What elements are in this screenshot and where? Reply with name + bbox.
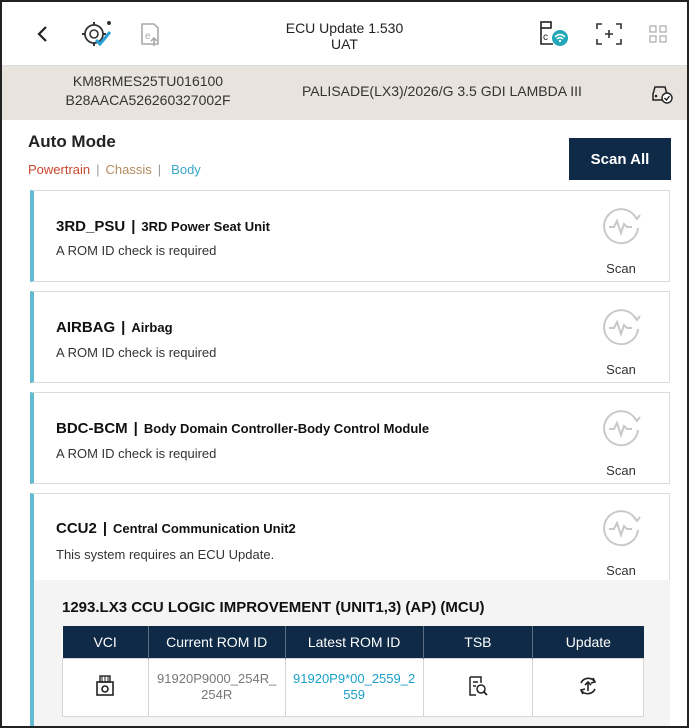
table-header-row: VCI Current ROM ID Latest ROM ID TSB Upd… bbox=[62, 626, 644, 658]
vehicle-model: PALISADE(LX3)/2026/G 3.5 GDI LAMBDA III bbox=[302, 83, 582, 99]
filter-divider: | bbox=[157, 162, 162, 177]
tsb-document-search-icon[interactable] bbox=[467, 675, 489, 697]
vehicle-ids: KM8RMES25TU016100 B28AACA526260327002F bbox=[38, 72, 258, 110]
filter-divider: | bbox=[96, 162, 100, 177]
ecu-heading-separator: | bbox=[133, 420, 138, 437]
scan-button[interactable]: Scan bbox=[595, 204, 647, 276]
filter-chassis[interactable]: Chassis bbox=[106, 162, 152, 177]
scan-button[interactable]: Scan bbox=[595, 506, 647, 578]
ecu-status: A ROM ID check is required bbox=[56, 243, 217, 258]
ecu-heading-separator: | bbox=[131, 218, 136, 235]
column-header-tsb: TSB bbox=[423, 626, 534, 658]
update-cell[interactable] bbox=[532, 657, 644, 717]
mode-title: Auto Mode bbox=[28, 132, 116, 151]
ecu-card-3rd-psu: 3RD_PSU | 3RD Power Seat Unit A ROM ID che… bbox=[30, 190, 670, 282]
current-rom-id-line-2: 254R bbox=[201, 687, 233, 702]
ecu-description: 3RD Power Seat Unit bbox=[141, 219, 270, 234]
scan-waveform-icon bbox=[603, 410, 641, 447]
title-line-1: ECU Update 1.530 bbox=[285, 20, 404, 36]
column-header-current-rom: Current ROM ID bbox=[148, 626, 286, 658]
vci-cell bbox=[62, 657, 149, 717]
scan-label: Scan bbox=[606, 563, 636, 578]
latest-rom-id-line-1: 91920P9*00_2559_2 bbox=[293, 671, 416, 686]
title-line-2: UAT bbox=[331, 36, 358, 52]
update-title: 1293.LX3 CCU LOGIC IMPROVEMENT (UNIT1,3)… bbox=[62, 599, 485, 616]
ecu-heading: BDC-BCM | Body Domain Controller-Body Cont… bbox=[56, 420, 429, 437]
svg-text:c: c bbox=[543, 32, 548, 43]
grid-menu-icon[interactable] bbox=[642, 18, 676, 50]
current-rom-id-line-1: 91920P9000_254R_ bbox=[157, 671, 277, 686]
scan-label: Scan bbox=[606, 362, 636, 377]
vin-number: KM8RMES25TU016100 bbox=[72, 73, 224, 89]
ecu-description: Airbag bbox=[131, 320, 173, 335]
tsb-cell[interactable] bbox=[422, 657, 534, 717]
ecu-heading-separator: | bbox=[102, 520, 108, 537]
rom-id-table: VCI Current ROM ID Latest ROM ID TSB Upd… bbox=[62, 626, 644, 717]
ecu-card-airbag: AIRBAG | Airbag A ROM ID check is required… bbox=[30, 291, 670, 383]
vehicle-check-icon[interactable] bbox=[650, 82, 674, 104]
ecu-status: A ROM ID check is required bbox=[56, 345, 217, 360]
ecu-status: This system requires an ECU Update. bbox=[56, 547, 275, 562]
scan-button[interactable]: Scan bbox=[595, 305, 647, 377]
vci-wifi-icon[interactable]: c bbox=[537, 18, 571, 50]
column-header-latest-rom: Latest ROM ID bbox=[285, 626, 424, 658]
table-row: 91920P9000_254R_ 254R 91920P9*00_2559_2 … bbox=[62, 657, 644, 717]
latest-rom-id-cell[interactable]: 91920P9*00_2559_2 559 bbox=[284, 657, 424, 717]
scan-button[interactable]: Scan bbox=[595, 406, 647, 478]
ecu-code: CCU2 bbox=[56, 520, 97, 537]
app-frame: e ECU Update 1.530 UAT c KM8RMES25TU0161… bbox=[0, 0, 689, 728]
scan-all-button[interactable]: Scan All bbox=[569, 138, 671, 180]
column-header-vci: VCI bbox=[62, 626, 149, 658]
column-header-update: Update bbox=[532, 626, 644, 658]
ecu-code: 3RD_PSU bbox=[56, 218, 126, 235]
ecu-description: Central Communication Unit2 bbox=[113, 521, 296, 536]
ecu-heading: CCU2 | Central Communication Unit2 bbox=[56, 520, 296, 537]
ecu-status: A ROM ID check is required bbox=[56, 446, 217, 461]
top-bar: e ECU Update 1.530 UAT c bbox=[2, 2, 687, 66]
ecu-code: AIRBAG bbox=[56, 319, 116, 336]
filter-body[interactable]: Body bbox=[171, 162, 201, 177]
ecu-heading: AIRBAG | Airbag bbox=[56, 319, 173, 336]
vci-device-icon bbox=[96, 674, 115, 696]
ecu-description: Body Domain Controller-Body Control Modu… bbox=[143, 421, 430, 436]
update-cycle-icon[interactable] bbox=[576, 674, 600, 698]
latest-rom-id-line-2: 559 bbox=[343, 687, 365, 702]
scan-waveform-icon bbox=[603, 208, 641, 245]
fullscreen-icon[interactable] bbox=[592, 18, 626, 50]
scan-label: Scan bbox=[606, 261, 636, 276]
current-rom-id-cell: 91920P9000_254R_ 254R bbox=[147, 657, 286, 717]
scan-waveform-icon bbox=[603, 510, 641, 547]
ecu-card-bdc-bcm: BDC-BCM | Body Domain Controller-Body Cont… bbox=[30, 392, 670, 484]
ecu-heading-separator: | bbox=[121, 319, 126, 336]
page-title: ECU Update 1.530 UAT bbox=[2, 20, 687, 52]
filter-powertrain[interactable]: Powertrain bbox=[28, 162, 90, 177]
scan-label: Scan bbox=[606, 463, 636, 478]
vehicle-id-secondary: B28AACA526260327002F bbox=[65, 92, 231, 108]
ecu-code: BDC-BCM bbox=[56, 420, 128, 437]
vehicle-info-bar: KM8RMES25TU016100 B28AACA526260327002F P… bbox=[2, 66, 687, 120]
category-filters: Powertrain | Chassis | Body bbox=[28, 162, 201, 177]
ecu-heading: 3RD_PSU | 3RD Power Seat Unit bbox=[56, 218, 270, 235]
scan-waveform-icon bbox=[603, 309, 641, 346]
